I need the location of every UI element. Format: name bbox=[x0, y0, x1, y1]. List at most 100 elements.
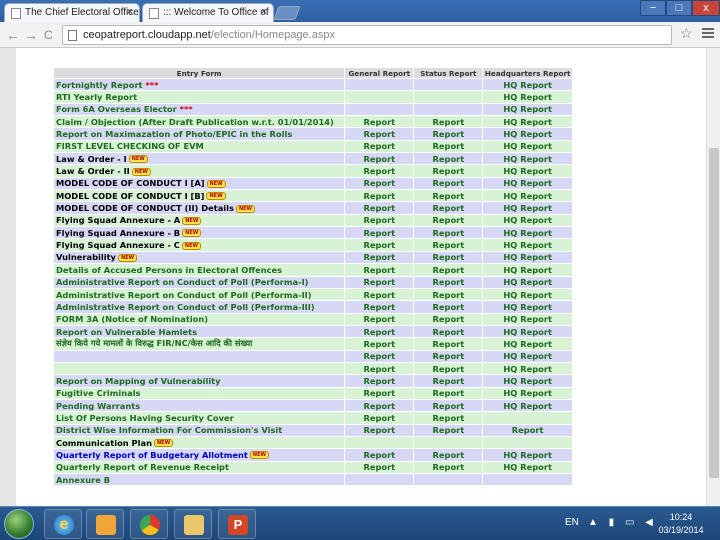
menu-icon[interactable] bbox=[702, 28, 714, 40]
hq-report-link[interactable]: HQ Report bbox=[482, 398, 573, 413]
hq-report-link[interactable]: HQ Report bbox=[482, 324, 573, 339]
hq-report-link[interactable]: HQ Report bbox=[482, 213, 573, 228]
entry-form-link[interactable]: FIRST LEVEL CHECKING OF EVM bbox=[52, 139, 346, 154]
hq-report-link[interactable]: HQ Report bbox=[482, 460, 573, 475]
entry-form-link[interactable]: RTI Yearly Report bbox=[52, 90, 346, 104]
general-report-link[interactable]: Report bbox=[344, 349, 415, 363]
entry-form-link[interactable]: FORM 3A (Notice of Nomination) bbox=[52, 312, 346, 326]
entry-form-link[interactable]: MODEL CODE OF CONDUCT I [A] NEW bbox=[52, 176, 346, 191]
status-report-link[interactable]: Report bbox=[413, 287, 484, 302]
hq-report-link[interactable]: HQ Report bbox=[482, 386, 573, 400]
entry-form-link[interactable]: Vulnerability NEW bbox=[52, 250, 346, 265]
tab-welcome-office[interactable]: ::: Welcome To Office of × bbox=[142, 3, 274, 22]
general-report-link[interactable]: Report bbox=[344, 238, 415, 252]
status-report-link[interactable]: Report bbox=[413, 213, 484, 228]
entry-form-link[interactable]: Flying Squad Annexure - C NEW bbox=[52, 238, 346, 252]
general-report-link[interactable]: Report bbox=[344, 423, 415, 437]
entry-form-link[interactable]: Report on Vulnerable Hamlets bbox=[52, 324, 346, 339]
hq-report-link[interactable]: HQ Report bbox=[482, 127, 573, 141]
hq-report-link[interactable]: HQ Report bbox=[482, 90, 573, 104]
entry-form-link[interactable]: Administrative Report on Conduct of Poll… bbox=[52, 300, 346, 314]
status-report-link[interactable]: Report bbox=[413, 349, 484, 363]
status-report-link[interactable]: Report bbox=[413, 312, 484, 326]
status-report-link[interactable]: Report bbox=[413, 226, 484, 240]
entry-form-link[interactable]: Communication Plan NEW bbox=[52, 435, 346, 450]
system-tray-icons[interactable]: ▲ ▮ ▭ ◀ bbox=[588, 517, 657, 528]
status-report-link[interactable]: Report bbox=[413, 411, 484, 425]
hq-report-link[interactable]: HQ Report bbox=[482, 349, 573, 363]
entry-form-link[interactable]: Quarterly Report of Budgetary Allotment N… bbox=[52, 448, 346, 462]
status-report-link[interactable]: Report bbox=[413, 448, 484, 462]
general-report-link[interactable]: Report bbox=[344, 300, 415, 314]
status-report-link[interactable]: Report bbox=[413, 460, 484, 475]
close-window-button[interactable]: x bbox=[692, 0, 720, 16]
new-tab-button[interactable] bbox=[273, 6, 301, 20]
tab-chief-electoral-officer[interactable]: The Chief Electoral Officer × bbox=[4, 3, 140, 22]
status-report-link[interactable]: Report bbox=[413, 127, 484, 141]
general-report-link[interactable]: Report bbox=[344, 139, 415, 154]
media-player-button[interactable] bbox=[86, 509, 124, 539]
entry-form-link[interactable]: Law & Order - II NEW bbox=[52, 164, 346, 178]
hq-report-link[interactable]: HQ Report bbox=[482, 238, 573, 252]
hq-report-link[interactable]: HQ Report bbox=[482, 448, 573, 462]
hq-report-link[interactable]: HQ Report bbox=[482, 263, 573, 277]
entry-form-link[interactable]: List Of Persons Having Security Cover bbox=[52, 411, 346, 425]
status-report-link[interactable]: Report bbox=[413, 337, 484, 351]
reload-icon[interactable]: C bbox=[44, 28, 53, 42]
internet-explorer-button[interactable]: e bbox=[44, 509, 82, 539]
status-report-link[interactable]: Report bbox=[413, 189, 484, 203]
status-report-link[interactable]: Report bbox=[413, 152, 484, 166]
hq-report-link[interactable]: HQ Report bbox=[482, 102, 573, 117]
hq-report-link[interactable]: HQ Report bbox=[482, 287, 573, 302]
general-report-link[interactable]: Report bbox=[344, 226, 415, 240]
general-report-link[interactable]: Report bbox=[344, 201, 415, 215]
hq-report-link[interactable]: Report bbox=[482, 423, 573, 437]
hq-report-link[interactable]: HQ Report bbox=[482, 337, 573, 351]
general-report-link[interactable]: Report bbox=[344, 460, 415, 475]
entry-form-link[interactable]: Flying Squad Annexure - A NEW bbox=[52, 213, 346, 228]
hq-report-link[interactable]: HQ Report bbox=[482, 374, 573, 388]
file-explorer-button[interactable] bbox=[174, 509, 212, 539]
entry-form-link[interactable]: Pending Warrants bbox=[52, 398, 346, 413]
entry-form-link[interactable]: Details of Accused Persons in Electoral … bbox=[52, 263, 346, 277]
general-report-link[interactable]: Report bbox=[344, 127, 415, 141]
general-report-link[interactable]: Report bbox=[344, 324, 415, 339]
close-icon[interactable]: × bbox=[261, 6, 267, 18]
language-indicator[interactable]: EN bbox=[565, 517, 579, 528]
status-report-link[interactable]: Report bbox=[413, 238, 484, 252]
hq-report-link[interactable]: HQ Report bbox=[482, 164, 573, 178]
status-report-link[interactable]: Report bbox=[413, 263, 484, 277]
hq-report-link[interactable]: HQ Report bbox=[482, 275, 573, 289]
minimize-button[interactable]: − bbox=[640, 0, 666, 16]
hq-report-link[interactable]: HQ Report bbox=[482, 77, 573, 92]
general-report-link[interactable]: Report bbox=[344, 361, 415, 376]
status-report-link[interactable]: Report bbox=[413, 115, 484, 129]
status-report-link[interactable]: Report bbox=[413, 386, 484, 400]
entry-form-link[interactable]: Fugitive Criminals bbox=[52, 386, 346, 400]
general-report-link[interactable]: Report bbox=[344, 287, 415, 302]
entry-form-link[interactable]: Law & Order - I NEW bbox=[52, 152, 346, 166]
status-report-link[interactable]: Report bbox=[413, 300, 484, 314]
hq-report-link[interactable]: HQ Report bbox=[482, 152, 573, 166]
general-report-link[interactable]: Report bbox=[344, 176, 415, 191]
maximize-button[interactable]: □ bbox=[666, 0, 692, 16]
hq-report-link[interactable]: HQ Report bbox=[482, 226, 573, 240]
bookmark-star-icon[interactable]: ☆ bbox=[680, 25, 693, 42]
entry-form-link[interactable]: Report on Maximazation of Photo/EPIC in … bbox=[52, 127, 346, 141]
url-input[interactable]: ceopatreport.cloudapp.net/election/Homep… bbox=[62, 25, 672, 45]
close-icon[interactable]: × bbox=[127, 6, 133, 18]
status-report-link[interactable]: Report bbox=[413, 324, 484, 339]
hq-report-link[interactable]: HQ Report bbox=[482, 189, 573, 203]
clock[interactable]: 10:24 03/19/2014 bbox=[650, 511, 712, 537]
general-report-link[interactable]: Report bbox=[344, 164, 415, 178]
general-report-link[interactable]: Report bbox=[344, 152, 415, 166]
entry-form-link[interactable]: Report on Mapping of Vulnerability bbox=[52, 374, 346, 388]
hq-report-link[interactable]: HQ Report bbox=[482, 115, 573, 129]
general-report-link[interactable]: Report bbox=[344, 312, 415, 326]
hq-report-link[interactable]: HQ Report bbox=[482, 176, 573, 191]
entry-form-link[interactable]: Claim / Objection (After Draft Publicati… bbox=[52, 115, 346, 129]
status-report-link[interactable]: Report bbox=[413, 398, 484, 413]
general-report-link[interactable]: Report bbox=[344, 411, 415, 425]
start-button[interactable] bbox=[4, 509, 34, 539]
status-report-link[interactable]: Report bbox=[413, 275, 484, 289]
